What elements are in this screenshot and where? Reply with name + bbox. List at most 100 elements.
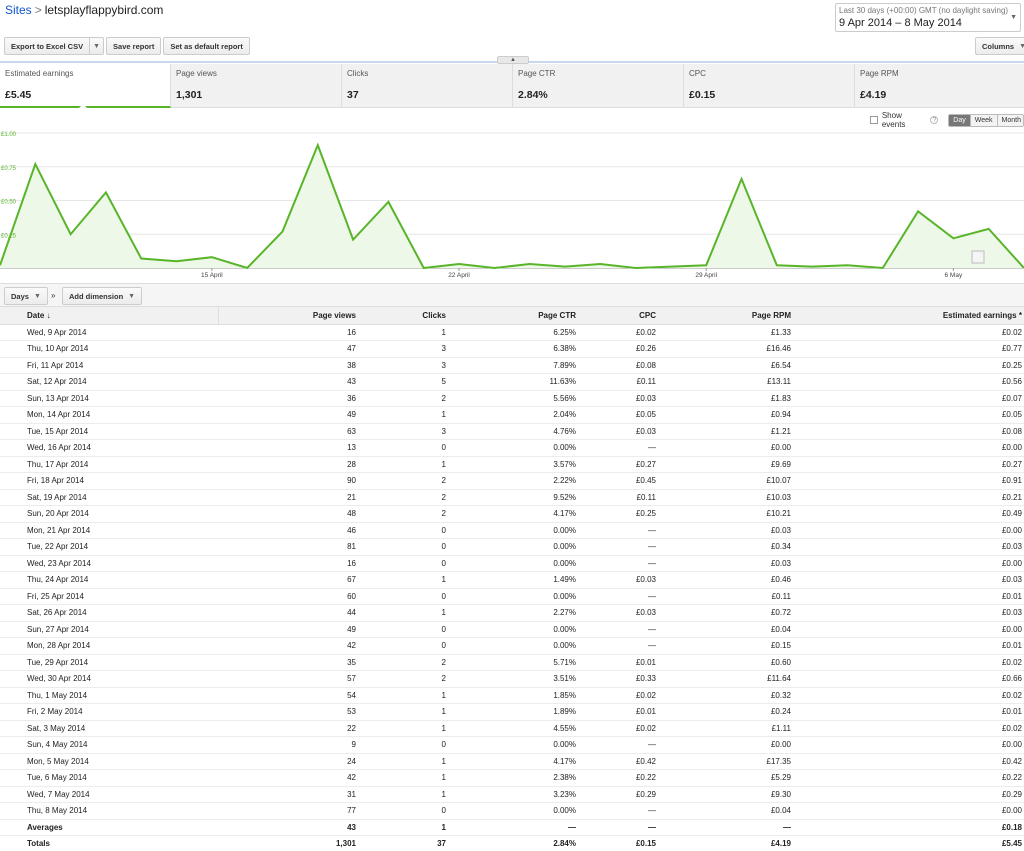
columns-button[interactable]: Columns ▼	[975, 37, 1024, 55]
cell-clicks: 0	[358, 802, 448, 820]
cell-page-ctr: 0.00%	[448, 588, 578, 605]
cell-page-views: 16	[218, 555, 358, 572]
table-header-row: Date ↓ Page views Clicks Page CTR CPC Pa…	[0, 307, 1024, 325]
cell-page-views: 54	[218, 687, 358, 704]
x-tick-label: 15 April	[201, 272, 223, 279]
cell-page-ctr: 9.52%	[448, 489, 578, 506]
cell-page-ctr: 4.17%	[448, 753, 578, 770]
export-csv-button[interactable]: Export to Excel CSV ▼	[4, 37, 105, 55]
granularity-month-button[interactable]: Month	[997, 114, 1024, 126]
summary-row: Totals 1,301 37 2.84% £0.15 £4.19 £5.45	[0, 835, 1024, 851]
cell-date: Thu, 1 May 2014	[0, 687, 218, 704]
column-header-date[interactable]: Date ↓	[0, 307, 219, 325]
cell-estimated-earnings: £0.07	[793, 390, 1024, 407]
cell-clicks: 0	[358, 637, 448, 655]
cell-cpc: £0.29	[578, 786, 658, 803]
cell-cpc: £0.03	[578, 423, 658, 440]
cell-page-ctr: 2.22%	[448, 472, 578, 490]
export-csv-label: Export to Excel CSV	[11, 41, 84, 51]
cell-page-ctr: 2.84%	[448, 835, 578, 851]
cell-page-rpm: £1.21	[658, 423, 793, 440]
cell-estimated-earnings: £0.66	[793, 670, 1024, 688]
cell-estimated-earnings: £0.00	[793, 621, 1024, 638]
table-row: Thu, 24 Apr 2014 67 1 1.49% £0.03 £0.46 £0.03	[0, 571, 1024, 589]
metric-tab-page-ctr[interactable]: Page CTR 2.84%	[513, 64, 684, 108]
table-row: Sun, 20 Apr 2014 48 2 4.17% £0.25 £10.21 £0.49	[0, 505, 1024, 523]
cell-clicks: 1	[358, 456, 448, 473]
cell-cpc: £0.45	[578, 472, 658, 490]
cell-estimated-earnings: £0.01	[793, 588, 1024, 605]
cell-estimated-earnings: £0.08	[793, 423, 1024, 440]
columns-label: Columns	[982, 41, 1015, 51]
granularity-week-button[interactable]: Week	[970, 114, 998, 126]
table-row: Mon, 5 May 2014 24 1 4.17% £0.42 £17.35 £0.42	[0, 753, 1024, 770]
granularity-day-button[interactable]: Day	[949, 114, 971, 126]
cell-page-views: 22	[218, 720, 358, 737]
cell-page-views: 31	[218, 786, 358, 803]
column-header-cpc[interactable]: CPC	[578, 307, 658, 325]
column-header-page-ctr[interactable]: Page CTR	[448, 307, 578, 325]
metric-label: Clicks	[347, 69, 369, 78]
cell-clicks: 5	[358, 373, 448, 391]
granularity-toggle: Day Week Month	[948, 113, 1024, 127]
collapse-chart-toggle[interactable]: ▲	[497, 56, 529, 64]
metric-value: £5.45	[5, 89, 32, 101]
active-tab-notch	[79, 104, 87, 108]
chevron-down-icon: ▼	[33, 292, 41, 300]
table-row: Fri, 25 Apr 2014 60 0 0.00% — £0.11 £0.01	[0, 588, 1024, 605]
cell-page-ctr: 0.00%	[448, 637, 578, 655]
metric-tab-page-rpm[interactable]: Page RPM £4.19	[855, 64, 1024, 108]
column-header-label: Estimated earnings	[942, 310, 1017, 320]
cell-clicks: 0	[358, 555, 448, 572]
cell-page-views: 9	[218, 736, 358, 754]
breadcrumb-sites-link[interactable]: Sites	[5, 3, 32, 17]
metric-value: 1,301	[176, 89, 203, 101]
cell-clicks: 0	[358, 522, 448, 539]
column-header-estimated-earnings[interactable]: Estimated earnings *	[793, 307, 1024, 325]
y-tick-label: £0.50	[1, 200, 17, 206]
metric-tab-clicks[interactable]: Clicks 37	[342, 64, 513, 108]
cell-clicks: 3	[358, 357, 448, 374]
cell-page-rpm: £10.21	[658, 505, 793, 523]
cell-clicks: 0	[358, 736, 448, 754]
set-default-report-button[interactable]: Set as default report	[163, 37, 250, 55]
help-icon[interactable]: ?	[930, 116, 939, 124]
report-toolbar: Export to Excel CSV ▼ Save report Set as…	[4, 37, 250, 55]
cell-page-ctr: 2.38%	[448, 769, 578, 787]
table-row: Sat, 19 Apr 2014 21 2 9.52% £0.11 £10.03 £0.21	[0, 489, 1024, 506]
cell-page-rpm: £11.64	[658, 670, 793, 688]
table-row: Mon, 28 Apr 2014 42 0 0.00% — £0.15 £0.01	[0, 637, 1024, 655]
column-header-clicks[interactable]: Clicks	[358, 307, 448, 325]
series-line	[0, 142, 1024, 270]
metric-tab-page-views[interactable]: Page views 1,301	[171, 64, 342, 108]
cell-cpc: —	[578, 522, 658, 539]
cell-page-rpm: £0.03	[658, 522, 793, 539]
cell-date: Sat, 19 Apr 2014	[0, 489, 218, 506]
chevron-down-icon[interactable]: ▼	[89, 38, 103, 54]
cell-date: Averages	[0, 819, 218, 836]
metric-tab-estimated-earnings[interactable]: Estimated earnings £5.45	[0, 64, 171, 108]
show-events-checkbox[interactable]	[870, 116, 878, 124]
cell-date: Sun, 27 Apr 2014	[0, 621, 218, 638]
cell-estimated-earnings: £0.01	[793, 637, 1024, 655]
cell-page-views: 77	[218, 802, 358, 820]
add-dimension-button[interactable]: Add dimension ▼	[62, 287, 143, 305]
metric-tab-cpc[interactable]: CPC £0.15	[684, 64, 855, 108]
table-row: Wed, 23 Apr 2014 16 0 0.00% — £0.03 £0.00	[0, 555, 1024, 572]
cell-page-views: 24	[218, 753, 358, 770]
cell-page-rpm: £0.04	[658, 802, 793, 820]
cell-clicks: 1	[358, 324, 448, 341]
date-range-picker[interactable]: Last 30 days (+00:00) GMT (no daylight s…	[835, 3, 1021, 32]
summary-row: Averages 43 1— — — £0.18	[0, 819, 1024, 836]
column-header-page-views[interactable]: Page views	[218, 307, 358, 325]
days-dimension-button[interactable]: Days ▼	[4, 287, 48, 305]
save-report-button[interactable]: Save report	[106, 37, 162, 55]
column-header-page-rpm[interactable]: Page RPM	[658, 307, 793, 325]
cell-estimated-earnings: £0.77	[793, 340, 1024, 358]
report-table: Date ↓ Page views Clicks Page CTR CPC Pa…	[0, 307, 1024, 851]
cell-page-ctr: 7.89%	[448, 357, 578, 374]
table-row: Sun, 27 Apr 2014 49 0 0.00% — £0.04 £0.00	[0, 621, 1024, 638]
cell-estimated-earnings: £0.22	[793, 769, 1024, 787]
cell-page-views: 36	[218, 390, 358, 407]
cell-clicks: 1	[358, 786, 448, 803]
